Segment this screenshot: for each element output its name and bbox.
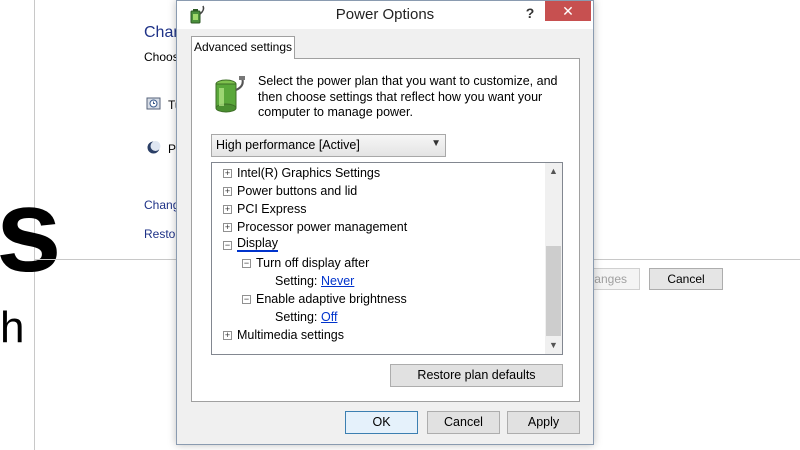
scroll-up-icon[interactable]: ▲ bbox=[545, 163, 562, 180]
chevron-down-icon: ▼ bbox=[431, 138, 441, 149]
power-options-dialog: Power Options ? ✕ Advanced settings Sele… bbox=[176, 0, 594, 445]
background-cancel-button[interactable]: Cancel bbox=[649, 268, 723, 290]
title-bar[interactable]: Power Options ? ✕ bbox=[177, 1, 593, 29]
apply-button[interactable]: Apply bbox=[507, 411, 580, 434]
expand-icon[interactable]: + bbox=[223, 169, 232, 178]
tree-item-label: Display bbox=[237, 236, 278, 252]
tree-item-label: PCI Express bbox=[237, 202, 307, 216]
expand-icon[interactable]: + bbox=[223, 331, 232, 340]
restore-plan-defaults-button[interactable]: Restore plan defaults bbox=[390, 364, 563, 387]
tree-item-label: Enable adaptive brightness bbox=[256, 292, 407, 306]
setting-label: Setting: bbox=[275, 274, 318, 288]
background-small-text: h bbox=[0, 303, 25, 352]
tree-scrollbar[interactable]: ▲ ▼ bbox=[545, 163, 562, 354]
expand-icon[interactable]: + bbox=[223, 205, 232, 214]
close-button[interactable]: ✕ bbox=[545, 1, 591, 21]
background-link-restore[interactable]: Restor bbox=[144, 227, 179, 241]
expand-icon[interactable]: + bbox=[223, 223, 232, 232]
intro-text: Select the power plan that you want to c… bbox=[258, 74, 558, 119]
scroll-thumb[interactable] bbox=[546, 246, 561, 336]
moon-icon bbox=[147, 141, 161, 154]
clock-icon bbox=[146, 97, 161, 110]
setting-value-link[interactable]: Off bbox=[321, 308, 337, 326]
setting-label: Setting: bbox=[275, 310, 318, 324]
tree-item-label: Multimedia settings bbox=[237, 328, 344, 342]
expand-icon[interactable]: + bbox=[223, 187, 232, 196]
ok-button[interactable]: OK bbox=[345, 411, 418, 434]
tree-item-label: Intel(R) Graphics Settings bbox=[237, 166, 381, 180]
battery-icon bbox=[215, 76, 245, 113]
help-button[interactable]: ? bbox=[519, 3, 541, 23]
background-link-change[interactable]: Chang bbox=[144, 198, 179, 212]
advanced-settings-panel: Select the power plan that you want to c… bbox=[191, 58, 580, 402]
settings-tree[interactable]: + Intel(R) Graphics Settings + Power but… bbox=[211, 162, 563, 355]
power-plan-dropdown[interactable]: High performance [Active] ▼ bbox=[211, 134, 446, 157]
tree-item-label: Power buttons and lid bbox=[237, 184, 358, 198]
collapse-icon[interactable]: − bbox=[242, 259, 251, 268]
scroll-down-icon[interactable]: ▼ bbox=[545, 337, 562, 354]
setting-value-link[interactable]: Never bbox=[321, 272, 354, 290]
background-subtext: Choos bbox=[144, 50, 179, 64]
collapse-icon[interactable]: − bbox=[242, 295, 251, 304]
background-large-text: s bbox=[0, 165, 62, 297]
tree-item-label: Processor power management bbox=[237, 220, 408, 234]
power-plan-selected-value: High performance [Active] bbox=[216, 138, 360, 152]
tab-advanced-settings[interactable]: Advanced settings bbox=[191, 36, 295, 59]
tree-item-label: Turn off display after bbox=[256, 256, 370, 270]
cancel-button[interactable]: Cancel bbox=[427, 411, 500, 434]
collapse-icon[interactable]: − bbox=[223, 241, 232, 250]
